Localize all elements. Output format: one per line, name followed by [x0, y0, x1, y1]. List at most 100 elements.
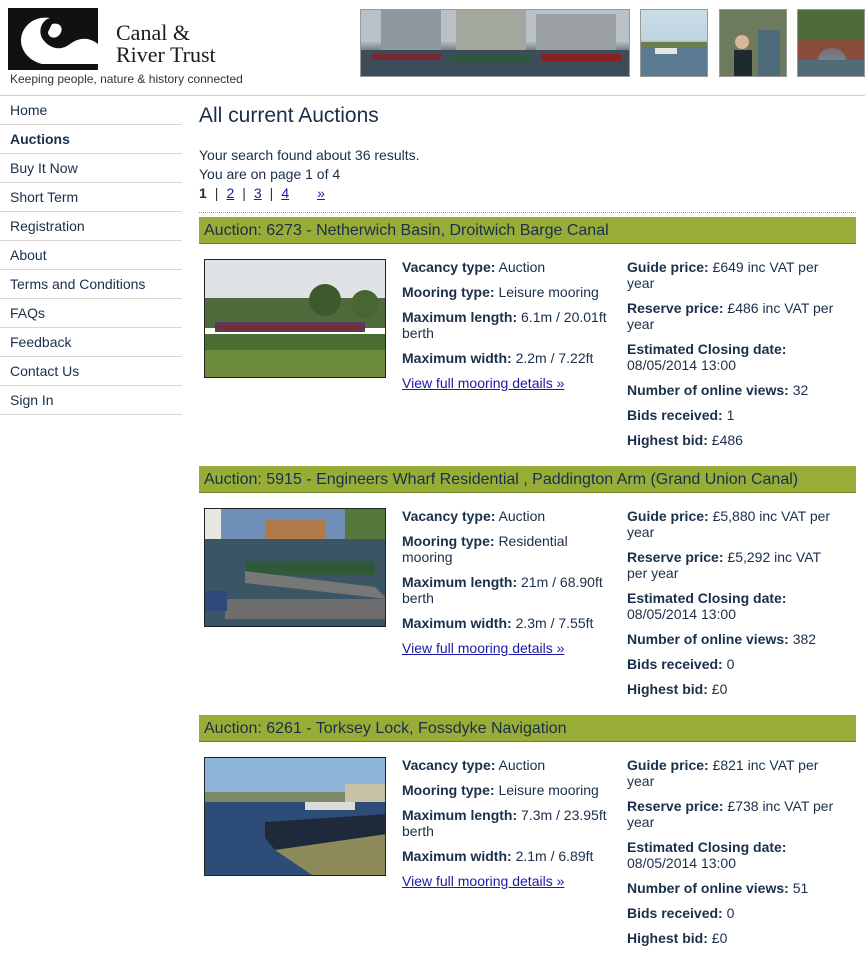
nav-item-about[interactable]: About [0, 241, 182, 270]
closing-date-label: Estimated Closing date: [627, 341, 787, 357]
vacancy-type-value: Auction [498, 259, 546, 275]
pagination: 1 | 2 | 3 | 4» [199, 185, 325, 201]
nav-item-feedback[interactable]: Feedback [0, 328, 182, 357]
guide-price-label: Guide price: [627, 757, 709, 773]
online-views-label: Number of online views: [627, 631, 789, 647]
nav-item-home[interactable]: Home [0, 96, 182, 125]
nav-item-faqs[interactable]: FAQs [0, 299, 182, 328]
pager-page-3[interactable]: 3 [254, 185, 262, 201]
online-views-label: Number of online views: [627, 880, 789, 896]
highest-bid-value: £0 [711, 930, 728, 946]
online-views-value: 32 [792, 382, 809, 398]
closing-date-value: 08/05/2014 13:00 [627, 357, 736, 373]
auction-photo[interactable] [204, 757, 386, 876]
online-views-label: Number of online views: [627, 382, 789, 398]
auction-title-bar[interactable]: Auction: 6273 - Netherwich Basin, Droitw… [199, 217, 856, 244]
mooring-type-label: Mooring type: [402, 533, 495, 549]
auction-listing: Auction: 6273 - Netherwich Basin, Droitw… [199, 217, 856, 448]
nav-item-terms[interactable]: Terms and Conditions [0, 270, 182, 299]
highest-bid-value: £0 [711, 681, 728, 697]
online-views-value: 51 [792, 880, 809, 896]
auction-pricing: Guide price: £821 inc VAT per year Reser… [627, 757, 842, 955]
header-photo-boater [719, 9, 787, 77]
auction-pricing: Guide price: £649 inc VAT per year Reser… [627, 259, 842, 457]
mooring-type-label: Mooring type: [402, 782, 495, 798]
auction-listing: Auction: 6261 - Torksey Lock, Fossdyke N… [199, 715, 856, 946]
sidebar-nav: Home Auctions Buy It Now Short Term Regi… [0, 96, 182, 415]
site-header: Canal & River Trust Keeping people, natu… [0, 0, 865, 96]
logo-name-line2: River Trust [116, 42, 216, 67]
vacancy-type-label: Vacancy type: [402, 757, 496, 773]
nav-item-short-term[interactable]: Short Term [0, 183, 182, 212]
mooring-details: Vacancy type: Auction Mooring type: Leis… [402, 757, 612, 889]
auction-photo[interactable] [204, 259, 386, 378]
canal-river-trust-logo[interactable]: Canal & River Trust Keeping people, natu… [8, 8, 248, 90]
header-photo-river [640, 9, 708, 77]
logo-name-line1: Canal & [116, 20, 190, 45]
max-length-label: Maximum length: [402, 807, 518, 823]
pager-current-page: 1 [199, 185, 207, 201]
closing-date-label: Estimated Closing date: [627, 839, 787, 855]
closing-date-value: 08/05/2014 13:00 [627, 855, 736, 871]
page-title: All current Auctions [199, 104, 379, 127]
header-photo-marina [360, 9, 630, 77]
auction-listing: Auction: 5915 - Engineers Wharf Resident… [199, 466, 856, 697]
view-details-link[interactable]: View full mooring details » [402, 640, 564, 656]
vacancy-type-value: Auction [498, 508, 546, 524]
max-width-value: 2.2m / 7.22ft [515, 350, 594, 366]
logo-tagline: Keeping people, nature & history connect… [10, 72, 243, 86]
highest-bid-label: Highest bid: [627, 432, 708, 448]
main-content: All current Auctions Your search found a… [199, 96, 856, 213]
bids-received-value: 0 [726, 905, 735, 921]
bids-received-value: 0 [726, 656, 735, 672]
auction-photo[interactable] [204, 508, 386, 627]
pager-page-4[interactable]: 4 [281, 185, 289, 201]
results-summary: Your search found about 36 results. You … [199, 146, 856, 184]
mooring-type-label: Mooring type: [402, 284, 495, 300]
vacancy-type-label: Vacancy type: [402, 259, 496, 275]
closing-date-label: Estimated Closing date: [627, 590, 787, 606]
nav-item-contact-us[interactable]: Contact Us [0, 357, 182, 386]
auction-pricing: Guide price: £5,880 inc VAT per year Res… [627, 508, 842, 706]
results-divider [199, 212, 856, 213]
results-count: Your search found about 36 results. [199, 147, 420, 163]
mooring-details: Vacancy type: Auction Mooring type: Resi… [402, 508, 612, 656]
bids-received-label: Bids received: [627, 656, 723, 672]
max-width-value: 2.1m / 6.89ft [515, 848, 594, 864]
closing-date-value: 08/05/2014 13:00 [627, 606, 736, 622]
max-width-label: Maximum width: [402, 350, 512, 366]
reserve-price-label: Reserve price: [627, 798, 724, 814]
max-width-label: Maximum width: [402, 848, 512, 864]
reserve-price-label: Reserve price: [627, 300, 724, 316]
highest-bid-value: £486 [711, 432, 743, 448]
online-views-value: 382 [792, 631, 817, 647]
auction-title-bar[interactable]: Auction: 6261 - Torksey Lock, Fossdyke N… [199, 715, 856, 742]
max-length-label: Maximum length: [402, 309, 518, 325]
page-indicator: You are on page 1 of 4 [199, 166, 341, 182]
mooring-details: Vacancy type: Auction Mooring type: Leis… [402, 259, 612, 391]
vacancy-type-label: Vacancy type: [402, 508, 496, 524]
nav-item-registration[interactable]: Registration [0, 212, 182, 241]
reserve-price-label: Reserve price: [627, 549, 724, 565]
highest-bid-label: Highest bid: [627, 681, 708, 697]
pager-page-2[interactable]: 2 [226, 185, 234, 201]
guide-price-label: Guide price: [627, 508, 709, 524]
mooring-type-value: Leisure mooring [498, 782, 599, 798]
logo-wordmark: Canal & River Trust [116, 22, 216, 66]
max-width-label: Maximum width: [402, 615, 512, 631]
nav-item-sign-in[interactable]: Sign In [0, 386, 182, 415]
view-details-link[interactable]: View full mooring details » [402, 873, 564, 889]
max-length-label: Maximum length: [402, 574, 518, 590]
guide-price-label: Guide price: [627, 259, 709, 275]
vacancy-type-value: Auction [498, 757, 546, 773]
swan-logo-icon [8, 8, 98, 70]
bids-received-value: 1 [726, 407, 735, 423]
bids-received-label: Bids received: [627, 905, 723, 921]
pager-next[interactable]: » [317, 185, 325, 201]
view-details-link[interactable]: View full mooring details » [402, 375, 564, 391]
nav-item-buy-it-now[interactable]: Buy It Now [0, 154, 182, 183]
nav-item-auctions[interactable]: Auctions [0, 125, 182, 154]
bids-received-label: Bids received: [627, 407, 723, 423]
auction-title-bar[interactable]: Auction: 5915 - Engineers Wharf Resident… [199, 466, 856, 493]
max-width-value: 2.3m / 7.55ft [515, 615, 594, 631]
